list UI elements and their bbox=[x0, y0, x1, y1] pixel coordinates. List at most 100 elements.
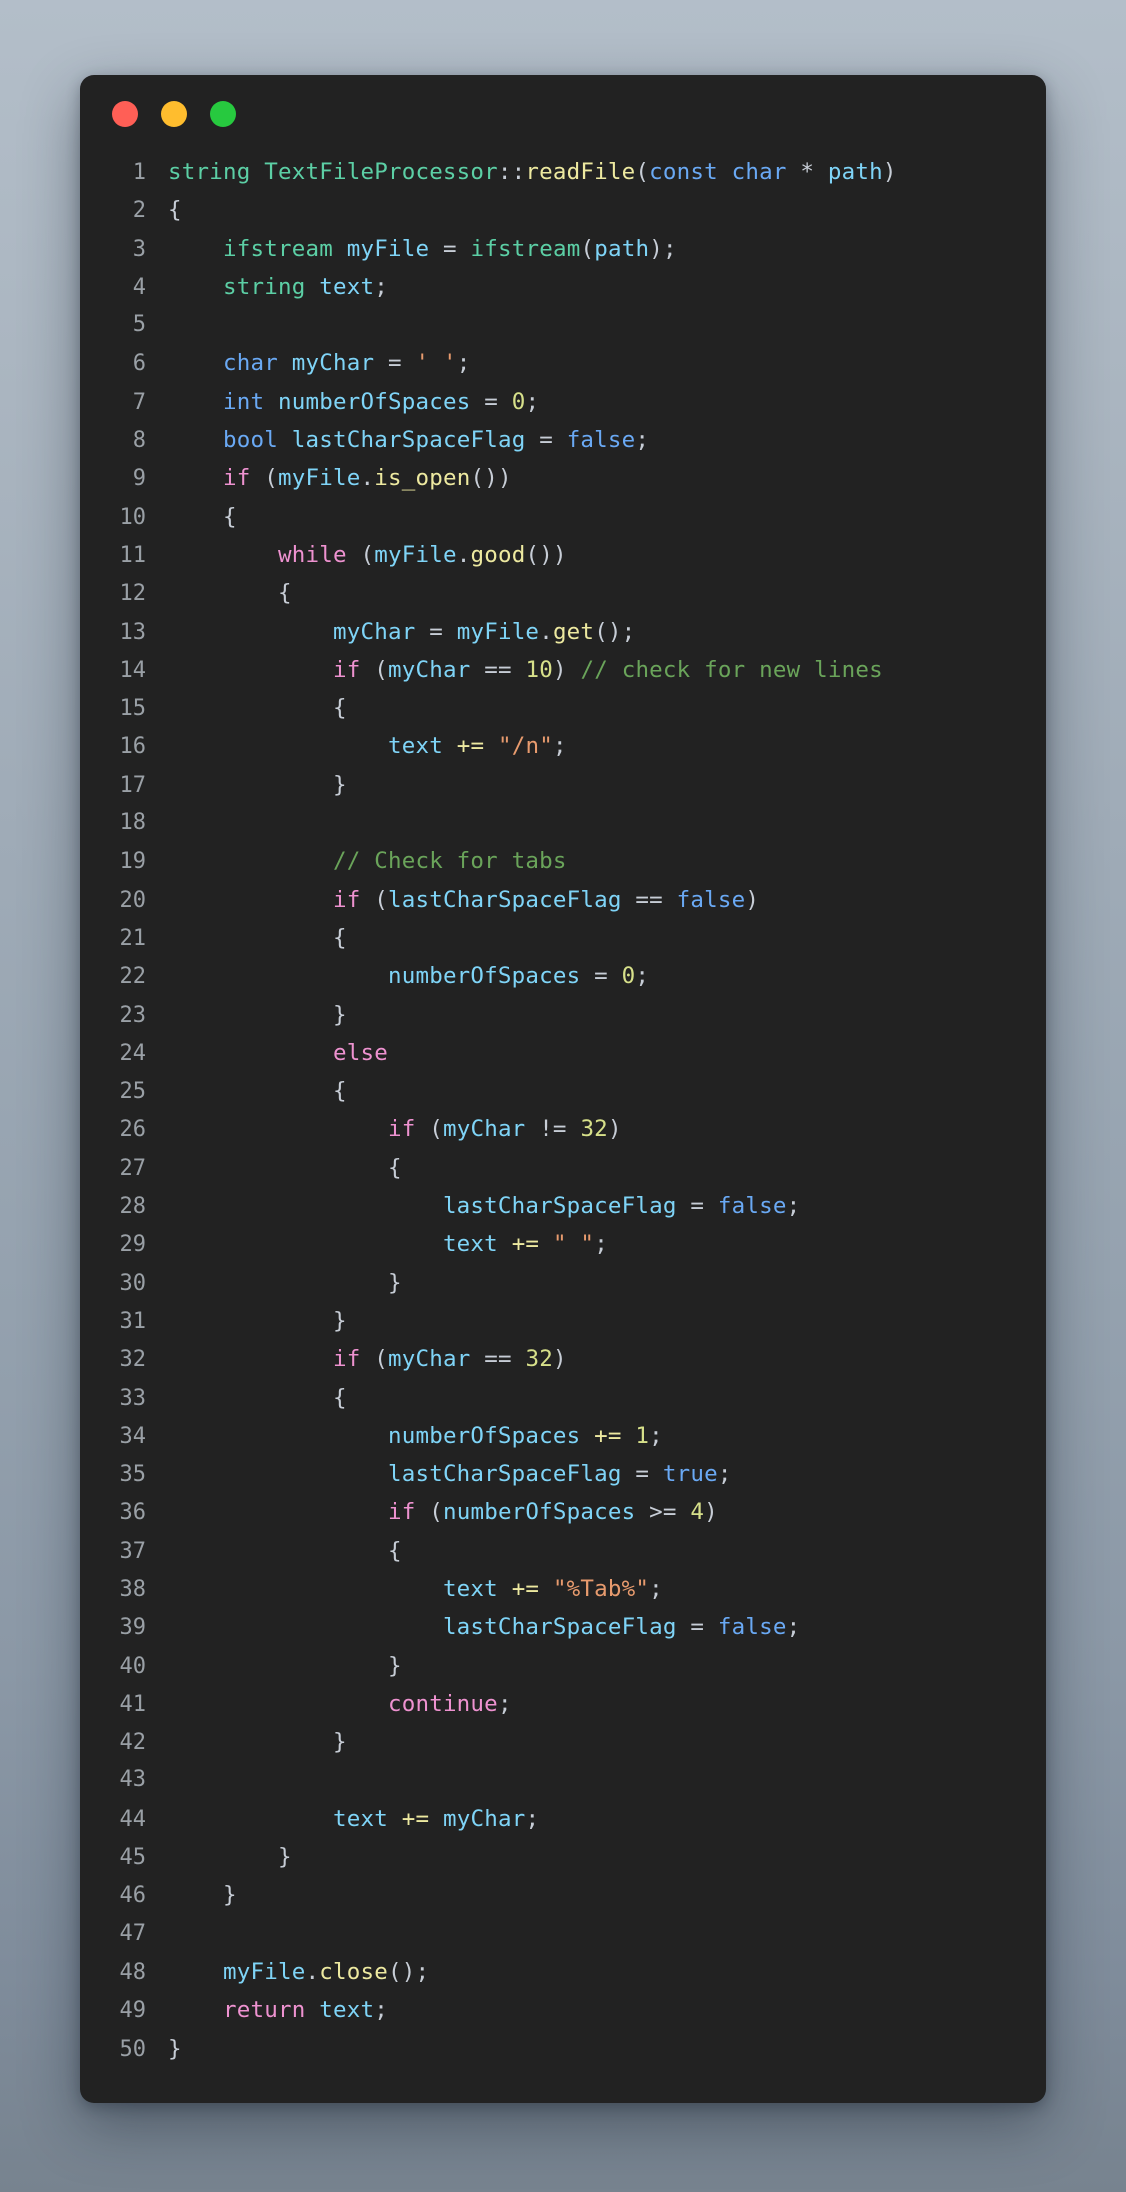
code-line[interactable]: 44 text += myChar; bbox=[80, 1800, 1046, 1838]
code-line[interactable]: 19 // Check for tabs bbox=[80, 842, 1046, 880]
code-line[interactable]: 25 { bbox=[80, 1072, 1046, 1110]
code-line[interactable]: 23 } bbox=[80, 996, 1046, 1034]
code-line[interactable]: 24 else bbox=[80, 1034, 1046, 1072]
line-number: 27 bbox=[119, 1155, 147, 1181]
code-line[interactable]: 3 ifstream myFile = ifstream(path); bbox=[80, 230, 1046, 268]
code-line[interactable]: 6 char myChar = ' '; bbox=[80, 344, 1046, 382]
code-line[interactable]: 4 string text; bbox=[80, 268, 1046, 306]
code-line[interactable]: 26 if (myChar != 32) bbox=[80, 1110, 1046, 1148]
code-line-content: if (myChar != 32) bbox=[168, 1110, 622, 1148]
code-token-func: readFile bbox=[525, 159, 636, 185]
code-token-var: lastCharSpaceFlag bbox=[442, 1193, 677, 1220]
code-token-punc: ; bbox=[456, 350, 471, 377]
code-line[interactable]: 15 { bbox=[80, 689, 1046, 727]
code-line[interactable]: 34 numberOfSpaces += 1; bbox=[80, 1417, 1046, 1455]
code-line[interactable]: 50} bbox=[80, 2030, 1046, 2068]
code-line[interactable]: 28 lastCharSpaceFlag = false; bbox=[80, 1187, 1046, 1225]
code-line[interactable]: 47 bbox=[80, 1915, 1046, 1953]
line-number: 44 bbox=[119, 1806, 147, 1832]
code-line[interactable]: 13 myChar = myFile.get(); bbox=[80, 613, 1046, 651]
code-line[interactable]: 39 lastCharSpaceFlag = false; bbox=[80, 1608, 1046, 1646]
code-token-var: myChar bbox=[332, 618, 416, 645]
code-line[interactable]: 32 if (myChar == 32) bbox=[80, 1340, 1046, 1378]
code-token-punc: { bbox=[387, 1154, 402, 1181]
code-line[interactable]: 18 bbox=[80, 804, 1046, 842]
code-token-var: myFile bbox=[346, 235, 430, 262]
code-line[interactable]: 30 } bbox=[80, 1264, 1046, 1302]
code-token-kw: false bbox=[717, 1193, 787, 1220]
code-token-punc: = bbox=[387, 350, 402, 377]
code-line[interactable]: 16 text += "/n"; bbox=[80, 727, 1046, 765]
line-number: 45 bbox=[119, 1845, 147, 1871]
close-button-icon[interactable] bbox=[112, 101, 138, 127]
code-line[interactable]: 46 } bbox=[80, 1876, 1046, 1914]
code-line[interactable]: 27 { bbox=[80, 1149, 1046, 1187]
code-line[interactable]: 20 if (lastCharSpaceFlag == false) bbox=[80, 881, 1046, 919]
code-token-ctrl: while bbox=[277, 541, 347, 568]
code-line[interactable]: 1 string TextFileProcessor::readFile(cons… bbox=[80, 153, 1046, 191]
code-token-punc: ) bbox=[704, 1499, 718, 1526]
code-line[interactable]: 33 { bbox=[80, 1379, 1046, 1417]
code-line[interactable]: 31 } bbox=[80, 1302, 1046, 1340]
code-line[interactable]: 37 { bbox=[80, 1532, 1046, 1570]
code-line[interactable]: 12 { bbox=[80, 574, 1046, 612]
code-line-content: { bbox=[168, 1072, 347, 1110]
code-line[interactable]: 36 if (numberOfSpaces >= 4) bbox=[80, 1493, 1046, 1531]
code-token-punc: ; bbox=[786, 1614, 801, 1641]
code-line[interactable]: 8 bool lastCharSpaceFlag = false; bbox=[80, 421, 1046, 459]
code-line[interactable]: 7 int numberOfSpaces = 0; bbox=[80, 383, 1046, 421]
code-line[interactable]: 40 } bbox=[80, 1647, 1046, 1685]
code-line[interactable]: 41 continue; bbox=[80, 1685, 1046, 1723]
code-token-kw: bool bbox=[223, 427, 278, 454]
code-token-punc: ; bbox=[786, 1193, 801, 1220]
maximize-button-icon[interactable] bbox=[210, 101, 236, 127]
code-line[interactable]: 17 } bbox=[80, 766, 1046, 804]
code-line-content: { bbox=[168, 689, 347, 727]
code-token-var: text bbox=[332, 1805, 388, 1832]
code-line-content: } bbox=[168, 996, 347, 1034]
code-line[interactable]: 42 } bbox=[80, 1723, 1046, 1761]
code-token-op: += bbox=[456, 733, 485, 760]
code-line[interactable]: 35 lastCharSpaceFlag = true; bbox=[80, 1455, 1046, 1493]
code-token-var: myChar bbox=[387, 656, 471, 683]
code-token-punc: } bbox=[332, 1729, 347, 1756]
line-number: 48 bbox=[119, 1959, 147, 1985]
code-token-op: += bbox=[594, 1422, 622, 1449]
code-window: 1 string TextFileProcessor::readFile(cons… bbox=[80, 75, 1046, 2103]
code-line[interactable]: 2{ bbox=[80, 191, 1046, 229]
line-number: 5 bbox=[132, 312, 146, 338]
code-line[interactable]: 14 if (myChar == 10) // check for new li… bbox=[80, 651, 1046, 689]
code-line[interactable]: 29 text += " "; bbox=[80, 1225, 1046, 1263]
code-line[interactable]: 9 if (myFile.is_open()) bbox=[80, 459, 1046, 497]
code-line-content: int numberOfSpaces = 0; bbox=[168, 383, 539, 421]
code-editor-area[interactable]: 1 string TextFileProcessor::readFile(cons… bbox=[80, 153, 1046, 2098]
code-token-var: text bbox=[442, 1575, 498, 1602]
code-line[interactable]: 22 numberOfSpaces = 0; bbox=[80, 957, 1046, 995]
code-line[interactable]: 21 { bbox=[80, 919, 1046, 957]
code-line[interactable]: 5 bbox=[80, 306, 1046, 344]
code-line[interactable]: 43 bbox=[80, 1761, 1046, 1799]
code-line[interactable]: 11 while (myFile.good()) bbox=[80, 536, 1046, 574]
code-line[interactable]: 49 return text; bbox=[80, 1991, 1046, 2029]
code-line[interactable]: 48 myFile.close(); bbox=[80, 1953, 1046, 1991]
code-line-content: if (lastCharSpaceFlag == false) bbox=[168, 881, 759, 919]
code-line[interactable]: 45 } bbox=[80, 1838, 1046, 1876]
minimize-button-icon[interactable] bbox=[161, 101, 187, 127]
code-line[interactable]: 10 { bbox=[80, 498, 1046, 536]
screenshot-stage: 1 string TextFileProcessor::readFile(cons… bbox=[0, 0, 1126, 2192]
code-line[interactable]: 38 text += "%Tab%"; bbox=[80, 1570, 1046, 1608]
